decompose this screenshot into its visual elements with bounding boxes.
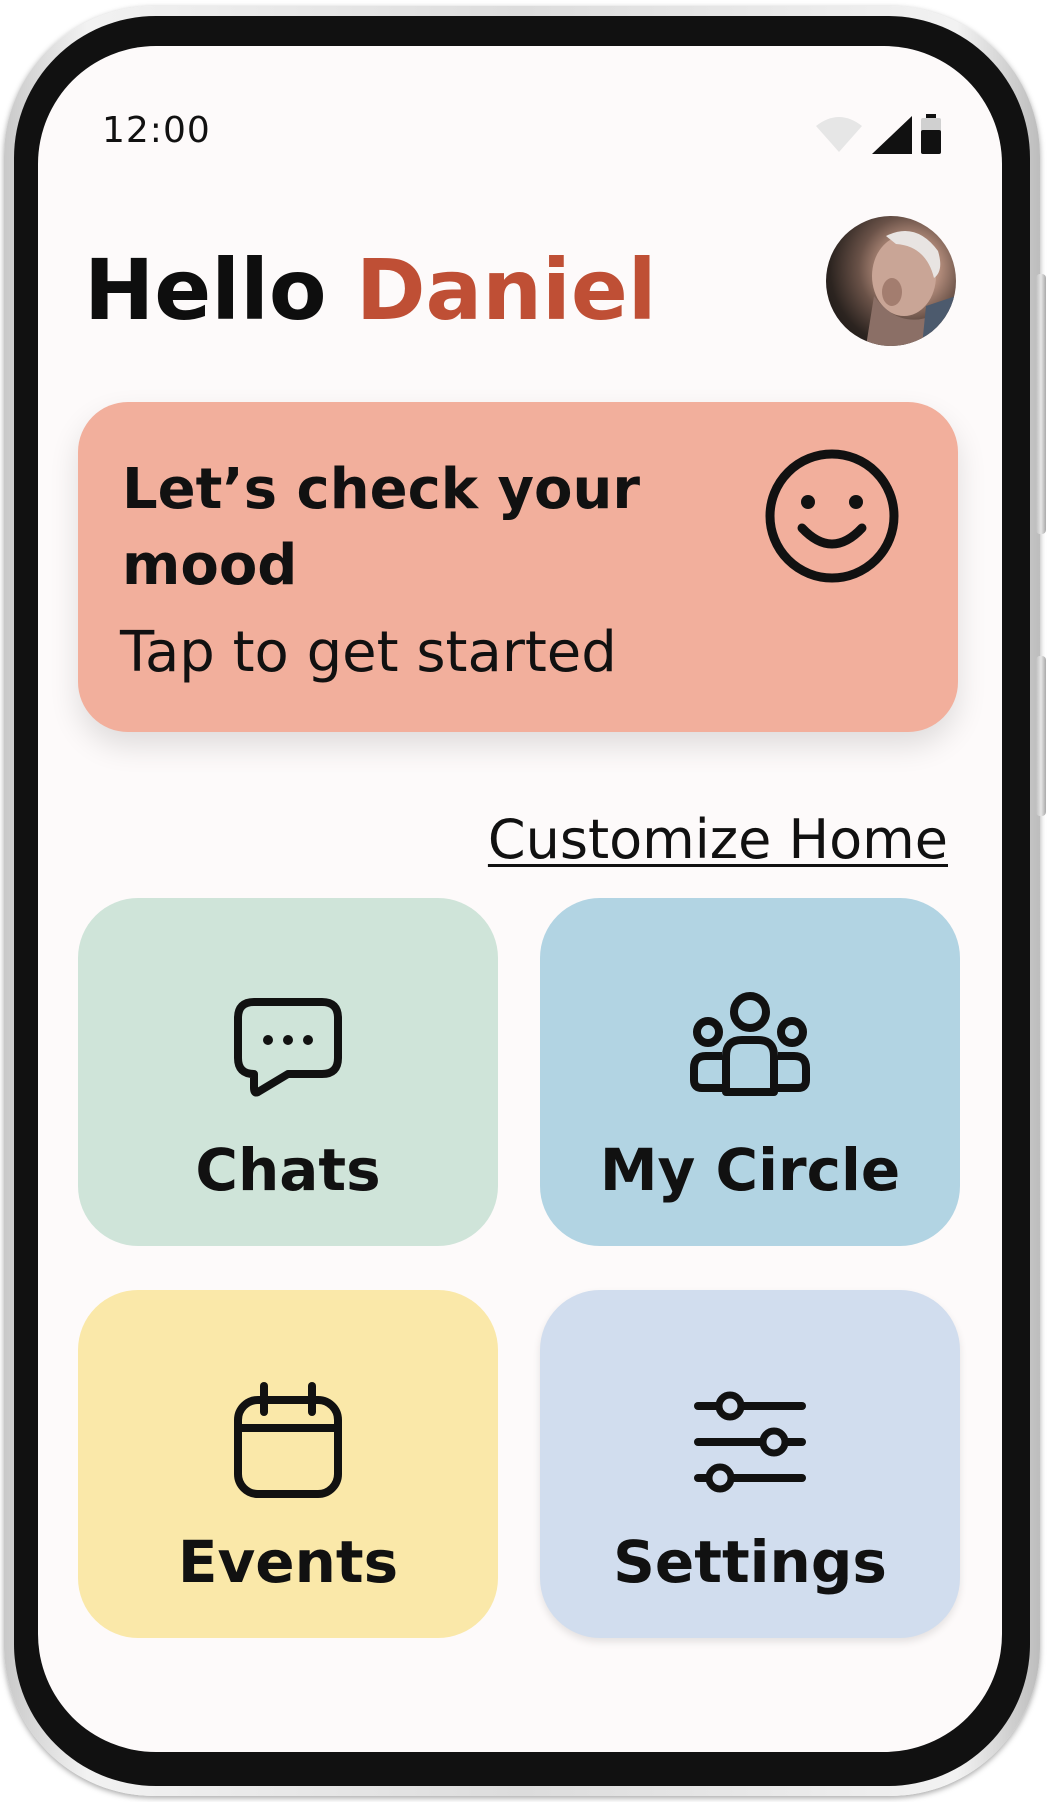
chat-bubble-icon [234, 998, 342, 1097]
power-button [1036, 656, 1046, 816]
avatar-photo [866, 231, 956, 346]
tile-events[interactable]: Events [78, 1290, 498, 1638]
tile-chats[interactable]: Chats [78, 898, 498, 1246]
tile-label: Events [177, 1528, 399, 1596]
battery-icon [921, 114, 941, 154]
wifi-icon [816, 117, 862, 152]
tile-label: Chats [195, 1136, 381, 1204]
phone-screen: 12:00 Hello Daniel Let’s check your mood… [38, 46, 1002, 1752]
greeting-user-name: Daniel [355, 241, 657, 339]
smiley-icon [765, 449, 899, 583]
tile-settings[interactable]: Settings [540, 1290, 960, 1638]
mood-check-card[interactable]: Let’s check your mood Tap to get started [78, 402, 958, 732]
status-time: 12:00 [102, 110, 211, 151]
group-icon [690, 992, 810, 1096]
mood-card-subtitle: Tap to get started [120, 620, 617, 685]
sliders-icon [694, 1391, 806, 1493]
greeting-title: Hello Daniel [84, 241, 657, 339]
greeting-hello: Hello [84, 241, 327, 339]
mood-card-title: Let’s check your mood [122, 457, 640, 598]
customize-home-link[interactable]: Customize Home [488, 808, 948, 871]
signal-icon [872, 116, 912, 154]
tile-label: My Circle [599, 1136, 901, 1204]
status-icons [814, 114, 942, 154]
tile-label: Settings [613, 1528, 887, 1596]
volume-button [1036, 274, 1046, 534]
calendar-icon [234, 1382, 342, 1498]
tile-my-circle[interactable]: My Circle [540, 898, 960, 1246]
avatar[interactable] [826, 216, 956, 346]
